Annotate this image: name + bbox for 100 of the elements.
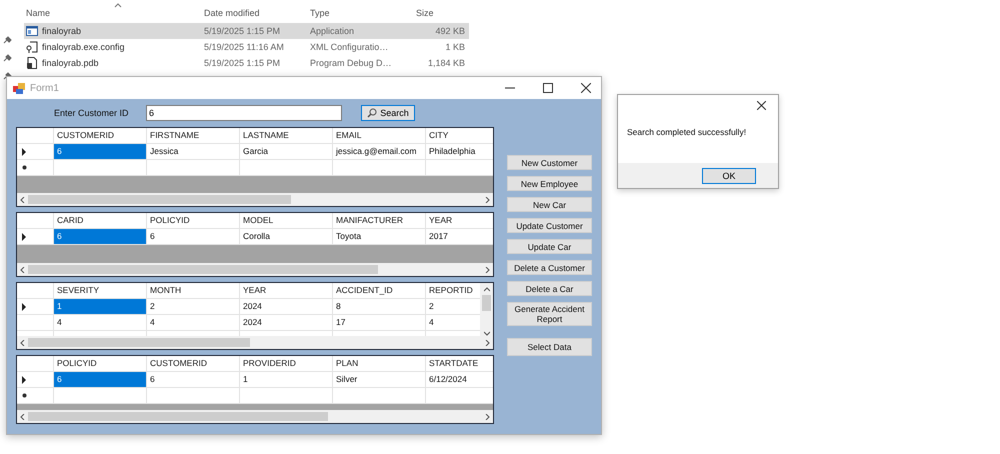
file-type: Application: [310, 26, 356, 36]
horizontal-scrollbar[interactable]: [17, 193, 493, 206]
column-header[interactable]: FIRSTNAME: [147, 128, 240, 144]
table-cell[interactable]: 6: [147, 372, 240, 388]
maximize-icon[interactable]: [543, 83, 553, 93]
scroll-left-icon[interactable]: [20, 266, 25, 272]
action-button[interactable]: Update Car: [507, 239, 592, 254]
table-cell[interactable]: Garcia: [240, 144, 333, 160]
horizontal-scrollbar[interactable]: [17, 263, 493, 276]
action-button[interactable]: Update Customer: [507, 218, 592, 233]
column-header[interactable]: YEAR: [426, 213, 493, 229]
column-header[interactable]: Date modified: [204, 3, 310, 23]
column-header[interactable]: ACCIDENT_ID: [333, 283, 426, 299]
vertical-scrollbar[interactable]: [480, 283, 493, 336]
table-cell[interactable]: Silver: [333, 372, 426, 388]
table-cell[interactable]: 6: [54, 372, 147, 388]
pin-icon[interactable]: [2, 36, 12, 45]
file-name: finaloyrab: [42, 26, 82, 36]
table-cell[interactable]: Philadelphia: [426, 144, 493, 160]
scroll-thumb[interactable]: [28, 412, 328, 421]
column-header[interactable]: PROVIDERID: [240, 356, 333, 372]
table-cell[interactable]: jessica.g@email.com: [333, 144, 426, 160]
column-header[interactable]: Size: [400, 3, 465, 23]
table-cell[interactable]: 2024: [240, 315, 333, 331]
table-cell[interactable]: 2: [147, 299, 240, 315]
pin-icon[interactable]: [2, 54, 12, 63]
action-button[interactable]: Generate Accident Report: [507, 302, 592, 326]
search-icon: [367, 108, 378, 118]
column-header[interactable]: YEAR: [240, 283, 333, 299]
application-icon: [26, 25, 38, 37]
file-name: finaloyrab.pdb: [42, 58, 99, 68]
debug-file-icon: [26, 57, 38, 69]
new-row-icon: [22, 165, 27, 170]
file-type: XML Configuratio…: [310, 42, 390, 52]
scroll-thumb[interactable]: [28, 265, 378, 274]
file-row[interactable]: finaloyrab.pdb 5/19/2025 1:15 PM Program Debug D… 1,184 KB: [24, 55, 469, 71]
new-row-icon: [22, 393, 27, 398]
file-size: 1 KB: [444, 42, 465, 52]
scroll-thumb[interactable]: [28, 195, 292, 204]
column-header[interactable]: MANIFACTURER: [333, 213, 426, 229]
action-button[interactable]: Delete a Car: [507, 281, 592, 296]
table-cell[interactable]: 6/12/2024: [426, 372, 493, 388]
file-name: finaloyrab.exe.config: [42, 42, 125, 52]
scroll-right-icon[interactable]: [485, 266, 490, 272]
scroll-thumb[interactable]: [28, 338, 250, 347]
table-cell[interactable]: 17: [333, 315, 426, 331]
scroll-left-icon[interactable]: [20, 340, 25, 346]
row-pointer-icon: [22, 302, 26, 310]
horizontal-scrollbar[interactable]: [17, 336, 493, 349]
column-header[interactable]: Type: [310, 3, 400, 23]
scroll-thumb[interactable]: [482, 295, 491, 311]
form-icon: [13, 82, 25, 94]
column-header[interactable]: PLAN: [333, 356, 426, 372]
close-icon[interactable]: [757, 100, 766, 110]
column-header[interactable]: MONTH: [147, 283, 240, 299]
action-button[interactable]: Select Data: [507, 338, 592, 356]
table-cell[interactable]: 6: [54, 144, 147, 160]
ok-button[interactable]: OK: [702, 168, 756, 184]
sort-caret-icon: [114, 3, 122, 8]
column-header[interactable]: CUSTOMERID: [147, 356, 240, 372]
table-cell[interactable]: 4: [147, 315, 240, 331]
column-header[interactable]: POLICYID: [147, 213, 240, 229]
field-label: Enter Customer ID: [54, 108, 130, 118]
action-button[interactable]: New Car: [507, 197, 592, 212]
table-cell[interactable]: 1: [240, 372, 333, 388]
customer-id-field[interactable]: 6: [146, 105, 342, 121]
scroll-right-icon[interactable]: [485, 196, 490, 202]
file-size: 1,184 KB: [426, 58, 465, 68]
column-header[interactable]: MODEL: [240, 213, 333, 229]
table-cell[interactable]: 1: [54, 299, 147, 315]
file-size: 492 KB: [434, 26, 465, 36]
action-button[interactable]: New Customer: [507, 155, 592, 170]
column-header[interactable]: LASTNAME: [240, 128, 333, 144]
scroll-left-icon[interactable]: [20, 196, 25, 202]
close-icon[interactable]: [581, 83, 591, 93]
corner-header: [17, 283, 54, 299]
file-type: Program Debug D…: [310, 58, 393, 68]
table-cell[interactable]: 8: [333, 299, 426, 315]
file-row[interactable]: finaloyrab 5/19/2025 1:15 PM Application 492 KB: [24, 23, 469, 39]
column-header[interactable]: STARTDATE: [426, 356, 493, 372]
action-button[interactable]: New Employee: [507, 176, 592, 191]
file-date: 5/19/2025 1:15 PM: [204, 58, 282, 68]
window-title: Form1: [30, 82, 59, 94]
scroll-right-icon[interactable]: [485, 414, 490, 420]
file-row[interactable]: finaloyrab.exe.config 5/19/2025 11:16 AM XML Configuratio… 1 KB: [24, 39, 469, 55]
table-cell[interactable]: 4: [54, 315, 147, 331]
column-header[interactable]: Name: [24, 3, 204, 23]
search-button[interactable]: Search: [361, 105, 415, 121]
scroll-right-icon[interactable]: [485, 340, 490, 346]
action-button[interactable]: Delete a Customer: [507, 260, 592, 275]
table-cell[interactable]: 2024: [240, 299, 333, 315]
column-header[interactable]: EMAIL: [333, 128, 426, 144]
table-cell[interactable]: 6: [54, 229, 147, 245]
row-pointer-icon: [22, 148, 26, 156]
table-cell[interactable]: Jessica: [147, 144, 240, 160]
horizontal-scrollbar[interactable]: [17, 410, 493, 423]
scroll-left-icon[interactable]: [20, 414, 25, 420]
column-header[interactable]: CITY: [426, 128, 493, 144]
scroll-up-icon[interactable]: [484, 287, 490, 292]
scroll-down-icon[interactable]: [484, 331, 490, 336]
